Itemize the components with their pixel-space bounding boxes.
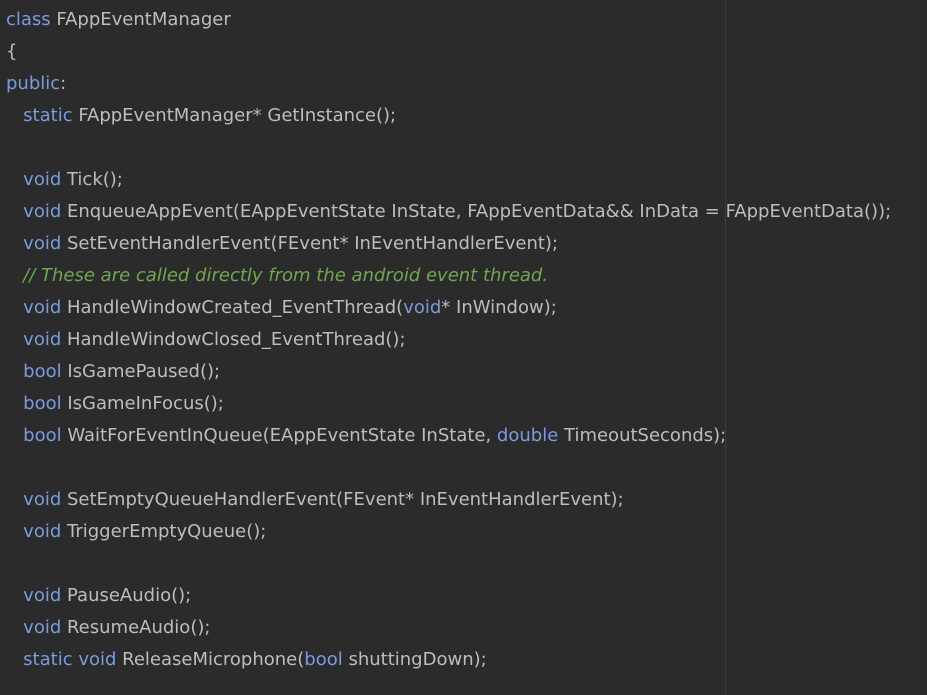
code-token-text: FAppEventManager* GetInstance();	[72, 105, 397, 126]
code-editor[interactable]: class FAppEventManager { public: static FA…	[0, 0, 927, 695]
code-line[interactable]: public:	[6, 68, 891, 100]
code-token-text: {	[6, 41, 18, 62]
code-token-text: WaitForEventInQueue(EAppEventState InSta…	[61, 425, 497, 446]
code-line[interactable]: void TriggerEmptyQueue();	[6, 516, 891, 548]
code-line[interactable]: void HandleWindowClosed_EventThread();	[6, 324, 891, 356]
code-token-text: * InWindow);	[441, 297, 557, 318]
code-token-keyword: void	[23, 521, 62, 542]
code-token-keyword: void	[403, 297, 442, 318]
code-token-keyword: bool	[23, 425, 62, 446]
code-token-keyword: bool	[304, 649, 343, 670]
code-token-keyword: static	[23, 105, 73, 126]
code-line[interactable]: void SetEventHandlerEvent(FEvent* InEven…	[6, 228, 891, 260]
code-line[interactable]	[6, 132, 891, 164]
code-lines[interactable]: class FAppEventManager { public: static FA…	[6, 4, 891, 676]
code-token-keyword: double	[496, 425, 559, 446]
code-line[interactable]: void SetEmptyQueueHandlerEvent(FEvent* I…	[6, 484, 891, 516]
code-token-text: SetEmptyQueueHandlerEvent(FEvent* InEven…	[61, 489, 624, 510]
code-token-text: IsGamePaused();	[61, 361, 221, 382]
code-line[interactable]: static FAppEventManager* GetInstance();	[6, 100, 891, 132]
code-token-keyword: bool	[23, 393, 62, 414]
code-token-keyword: void	[23, 329, 62, 350]
code-token-keyword: void	[23, 489, 62, 510]
code-line[interactable]: void PauseAudio();	[6, 580, 891, 612]
code-token-text: ReleaseMicrophone(	[116, 649, 305, 670]
code-line[interactable]: {	[6, 36, 891, 68]
code-line[interactable]: void ResumeAudio();	[6, 612, 891, 644]
code-token-keyword: static	[23, 649, 73, 670]
code-line[interactable]: void HandleWindowCreated_EventThread(voi…	[6, 292, 891, 324]
code-token-text: :	[60, 73, 67, 94]
code-line[interactable]: bool IsGamePaused();	[6, 356, 891, 388]
code-line[interactable]: // These are called directly from the an…	[6, 260, 891, 292]
code-token-keyword: void	[23, 297, 62, 318]
code-token-text: IsGameInFocus();	[61, 393, 224, 414]
code-line[interactable]	[6, 452, 891, 484]
code-token-keyword: class	[6, 9, 51, 30]
code-token-text: ResumeAudio();	[61, 617, 211, 638]
code-token-text: FAppEventManager	[50, 9, 231, 30]
code-line[interactable]	[6, 548, 891, 580]
code-token-keyword: void	[23, 585, 62, 606]
code-line[interactable]: void EnqueueAppEvent(EAppEventState InSt…	[6, 196, 891, 228]
code-line[interactable]: bool WaitForEventInQueue(EAppEventState …	[6, 420, 891, 452]
code-line[interactable]: void Tick();	[6, 164, 891, 196]
code-token-text: TriggerEmptyQueue();	[61, 521, 267, 542]
code-token-text: PauseAudio();	[61, 585, 192, 606]
code-token-keyword: void	[23, 201, 62, 222]
code-token-text: Tick();	[61, 169, 123, 190]
code-token-keyword: public	[6, 73, 61, 94]
code-token-comment: // These are called directly from the an…	[23, 265, 549, 286]
code-token-text: EnqueueAppEvent(EAppEventState InState, …	[61, 201, 892, 222]
code-token-keyword: bool	[23, 361, 62, 382]
code-token-text: shuttingDown);	[342, 649, 487, 670]
code-token-keyword: void	[23, 169, 62, 190]
code-token-text: HandleWindowCreated_EventThread(	[61, 297, 404, 318]
code-token-keyword: void	[23, 617, 62, 638]
code-line[interactable]: class FAppEventManager	[6, 4, 891, 36]
code-token-text: SetEventHandlerEvent(FEvent* InEventHand…	[61, 233, 559, 254]
code-token-text: TimeoutSeconds);	[558, 425, 727, 446]
code-line[interactable]: static void ReleaseMicrophone(bool shutt…	[6, 644, 891, 676]
code-token-keyword: void	[78, 649, 117, 670]
code-line[interactable]: bool IsGameInFocus();	[6, 388, 891, 420]
code-token-keyword: void	[23, 233, 62, 254]
code-token-text: HandleWindowClosed_EventThread();	[61, 329, 406, 350]
